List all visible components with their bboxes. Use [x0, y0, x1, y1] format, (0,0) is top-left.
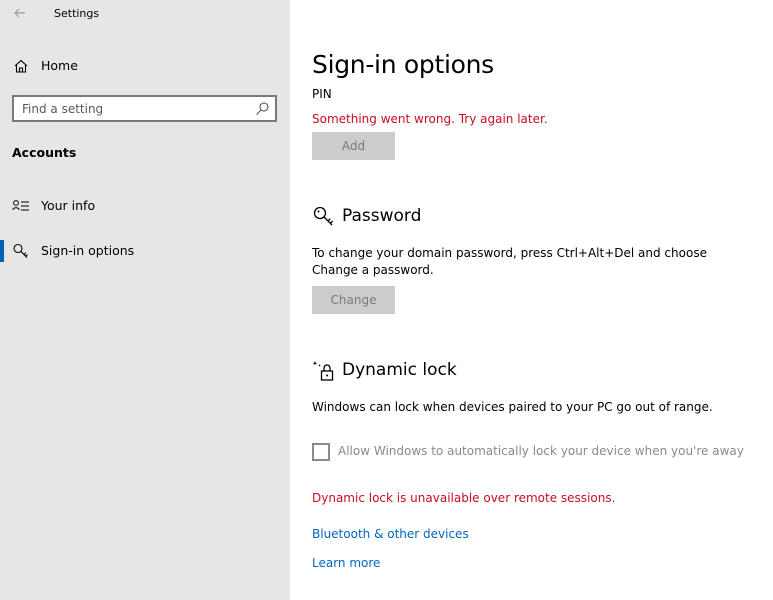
key-icon: [13, 243, 28, 258]
key-icon: [313, 206, 334, 226]
sidebar-item-sign-in-options[interactable]: Sign-in options: [0, 236, 290, 266]
sidebar-item-home[interactable]: Home: [0, 52, 290, 80]
back-arrow-icon: [14, 8, 25, 18]
add-pin-button[interactable]: Add: [312, 132, 395, 160]
sidebar: Settings Home Accounts Your info Sign-in…: [0, 0, 290, 600]
learn-more-link[interactable]: Learn more: [312, 556, 380, 570]
sidebar-item-label: Home: [41, 58, 78, 73]
dynamic-lock-icon: [312, 361, 334, 381]
person-list-icon: [12, 200, 29, 211]
pin-label: PIN: [312, 87, 332, 101]
search-box: [12, 95, 277, 122]
dynamic-lock-checkbox-row[interactable]: Allow Windows to automatically lock your…: [312, 441, 752, 463]
dynamic-lock-heading: Dynamic lock: [312, 359, 512, 383]
search-input[interactable]: [22, 100, 242, 118]
search-icon[interactable]: [254, 101, 270, 117]
bluetooth-devices-link[interactable]: Bluetooth & other devices: [312, 527, 469, 541]
sidebar-item-label: Your info: [41, 198, 96, 213]
password-heading-label: Password: [342, 206, 422, 226]
pin-error-text: Something went wrong. Try again later.: [312, 112, 548, 126]
sidebar-item-your-info[interactable]: Your info: [0, 191, 290, 221]
window-title: Settings: [54, 7, 100, 20]
page-title: Sign-in options: [312, 50, 494, 79]
main-content: Sign-in options PIN Something went wrong…: [290, 0, 773, 600]
home-icon: [14, 59, 28, 73]
dynamic-lock-checkbox[interactable]: [312, 443, 330, 461]
dynamic-lock-error-text: Dynamic lock is unavailable over remote …: [312, 491, 616, 505]
section-label-accounts: Accounts: [12, 145, 77, 160]
dynamic-lock-checkbox-label: Allow Windows to automatically lock your…: [338, 444, 744, 458]
password-description: To change your domain password, press Ct…: [312, 246, 707, 277]
password-heading: Password: [312, 205, 512, 229]
back-button[interactable]: [10, 4, 30, 22]
sidebar-item-label: Sign-in options: [41, 243, 135, 258]
dynamic-lock-description: Windows can lock when devices paired to …: [312, 400, 713, 414]
dynamic-lock-heading-label: Dynamic lock: [342, 360, 457, 380]
selection-indicator: [0, 240, 4, 262]
change-password-button[interactable]: Change: [312, 286, 395, 314]
